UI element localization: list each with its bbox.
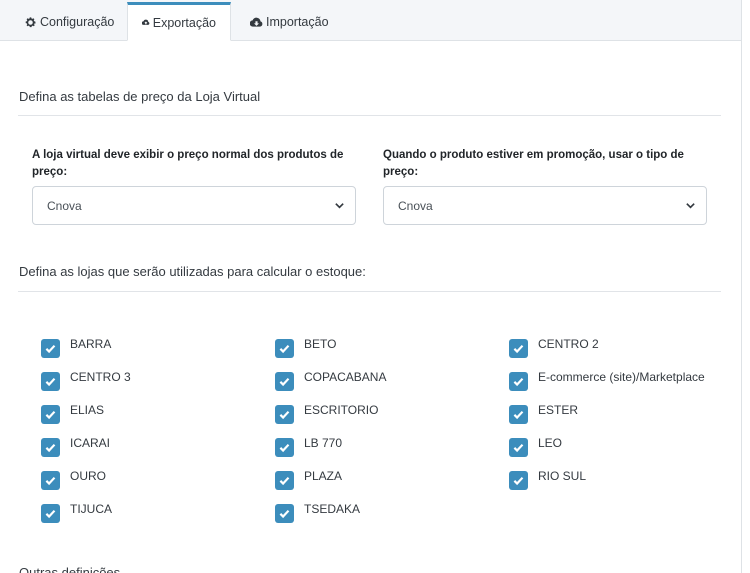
store-label: PLAZA: [304, 469, 343, 483]
store-checkbox[interactable]: ESTER: [509, 403, 578, 425]
checkbox-checked-icon[interactable]: [41, 470, 60, 490]
store-label: TSEDAKA: [304, 502, 361, 516]
store-label: BETO: [304, 337, 337, 351]
tab-importacao[interactable]: Importação: [236, 3, 343, 41]
store-label: ESTER: [538, 403, 579, 417]
promo-price-select[interactable]: Cnova: [383, 186, 707, 225]
store-label: COPACABANA: [304, 370, 387, 384]
store-label: BARRA: [70, 337, 112, 351]
checkbox-checked-icon[interactable]: [509, 371, 528, 391]
store-label: LEO: [538, 436, 563, 450]
cloud-download-icon: [250, 17, 263, 27]
tab-exportacao[interactable]: Exportação: [127, 2, 231, 41]
store-checkbox[interactable]: ESCRITORIO: [275, 403, 378, 425]
checkbox-checked-icon[interactable]: [275, 404, 294, 424]
store-checkbox[interactable]: OURO: [41, 469, 106, 491]
store-checkbox[interactable]: BARRA: [41, 337, 111, 359]
store-label: LB 770: [304, 436, 343, 450]
store-checkbox[interactable]: TIJUCA: [41, 502, 112, 524]
store-checkbox[interactable]: CENTRO 3: [41, 370, 131, 392]
select-value: Cnova: [47, 198, 82, 213]
checkbox-checked-icon[interactable]: [509, 404, 528, 424]
store-label: ELIAS: [70, 403, 105, 417]
chevron-down-icon: [335, 203, 344, 209]
chevron-down-icon: [686, 203, 695, 209]
normal-price-label: A loja virtual deve exibir o preço norma…: [32, 149, 344, 178]
store-label: RIO SUL: [538, 469, 587, 483]
tab-label: Exportação: [152, 15, 216, 30]
checkbox-checked-icon[interactable]: [41, 338, 60, 358]
store-label: OURO: [70, 469, 106, 483]
cloud-upload-icon: [142, 19, 150, 25]
store-label: CENTRO 3: [70, 370, 131, 384]
checkbox-checked-icon[interactable]: [275, 371, 294, 391]
store-checkbox[interactable]: TSEDAKA: [275, 502, 360, 524]
select-value: Cnova: [398, 198, 433, 213]
price-section-title: Defina as tabelas de preço da Loja Virtu…: [19, 89, 261, 104]
tab-label: Configuração: [40, 15, 115, 29]
checkbox-checked-icon[interactable]: [275, 338, 294, 358]
store-checkbox[interactable]: ICARAI: [41, 436, 110, 458]
panel-border: [741, 0, 742, 573]
checkbox-checked-icon[interactable]: [509, 470, 528, 490]
divider: [18, 115, 721, 116]
store-checkbox[interactable]: PLAZA: [275, 469, 342, 491]
store-checkbox[interactable]: ELIAS: [41, 403, 104, 425]
tab-label: Importação: [266, 15, 329, 29]
divider: [18, 291, 721, 292]
other-section-title: Outras definições: [19, 565, 121, 573]
tab-bar: Configuração Exportação Importação: [0, 0, 742, 41]
checkbox-checked-icon[interactable]: [41, 437, 60, 457]
gear-icon: [25, 16, 36, 27]
store-label: E-commerce (site)/Marketplace: [538, 370, 705, 384]
checkbox-checked-icon[interactable]: [275, 503, 294, 523]
checkbox-checked-icon[interactable]: [41, 503, 60, 523]
checkbox-checked-icon[interactable]: [41, 404, 60, 424]
store-checkbox[interactable]: COPACABANA: [275, 370, 386, 392]
store-label: ICARAI: [70, 436, 111, 450]
tab-configuracao[interactable]: Configuração: [10, 3, 128, 41]
checkbox-checked-icon[interactable]: [275, 437, 294, 457]
checkbox-checked-icon[interactable]: [275, 470, 294, 490]
store-checkbox[interactable]: E-commerce (site)/Marketplace: [509, 370, 705, 392]
store-checkbox[interactable]: BETO: [275, 337, 336, 359]
checkbox-checked-icon[interactable]: [509, 338, 528, 358]
checkbox-checked-icon[interactable]: [509, 437, 528, 457]
store-checkbox[interactable]: RIO SUL: [509, 469, 586, 491]
store-checkbox[interactable]: CENTRO 2: [509, 337, 599, 359]
store-label: CENTRO 2: [538, 337, 599, 351]
store-checkbox[interactable]: LEO: [509, 436, 562, 458]
normal-price-select[interactable]: Cnova: [32, 186, 356, 225]
store-label: ESCRITORIO: [304, 403, 379, 417]
stock-section-title: Defina as lojas que serão utilizadas par…: [19, 264, 366, 279]
checkbox-checked-icon[interactable]: [41, 371, 60, 391]
store-checkbox[interactable]: LB 770: [275, 436, 342, 458]
promo-price-label: Quando o produto estiver em promoção, us…: [383, 149, 684, 178]
store-label: TIJUCA: [70, 502, 112, 516]
